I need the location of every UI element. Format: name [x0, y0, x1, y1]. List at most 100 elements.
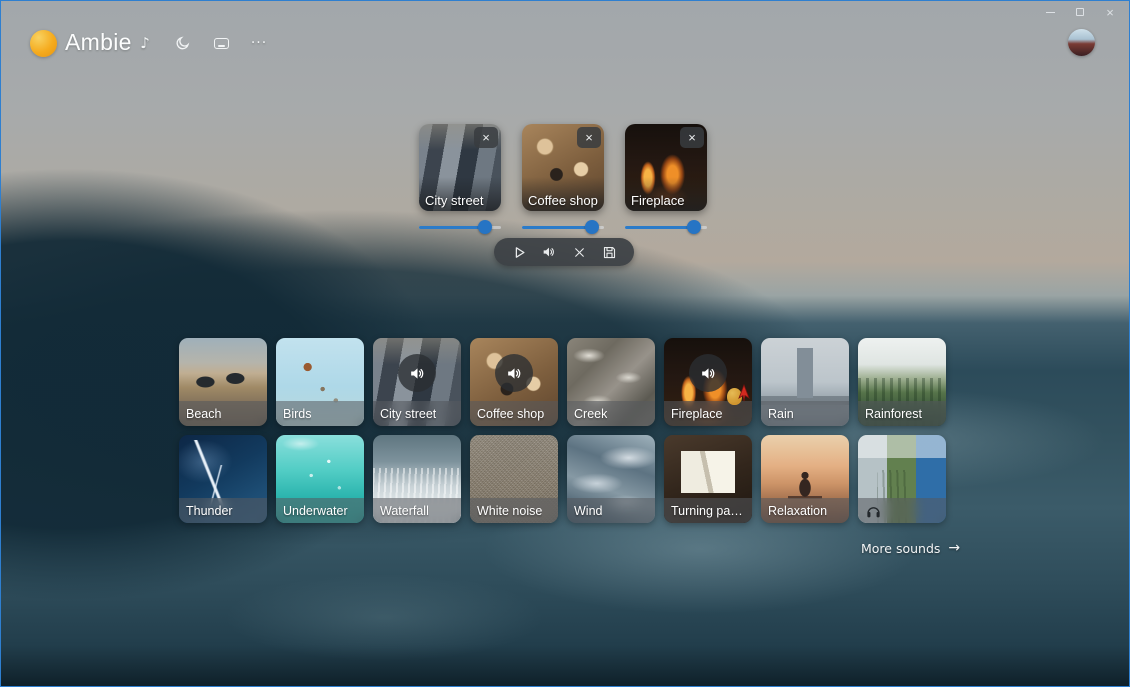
playing-speaker-icon — [398, 354, 436, 393]
tile-label: Thunder — [186, 503, 233, 518]
active-card-image: City street × — [419, 124, 501, 211]
sound-tile-turning-pages[interactable]: Turning pa… — [664, 435, 752, 523]
minimize-button[interactable] — [1035, 1, 1065, 23]
play-button[interactable] — [508, 241, 530, 263]
tile-label-bar: White noise — [470, 498, 558, 523]
slider-fill — [522, 226, 592, 229]
more-sounds-label: More sounds — [861, 540, 941, 556]
close-icon: × — [1106, 4, 1114, 20]
slider-fill — [625, 226, 694, 229]
sound-tile-rainforest[interactable]: Rainforest — [858, 338, 946, 426]
close-icon: × — [482, 130, 490, 145]
more-sounds-link[interactable]: More sounds → — [861, 540, 960, 556]
mouse-cursor — [727, 384, 753, 410]
mini-player-icon[interactable] — [209, 31, 233, 55]
tile-label: Beach — [186, 406, 222, 421]
active-card-label: Fireplace — [631, 193, 685, 208]
sound-tile-birds[interactable]: Birds — [276, 338, 364, 426]
tile-label-bar: Rain — [761, 401, 849, 426]
global-volume-button[interactable] — [538, 241, 560, 263]
sound-tile-underwater[interactable]: Underwater — [276, 435, 364, 523]
active-card-coffee-shop: Coffee shop × — [522, 124, 604, 234]
close-icon: × — [585, 130, 593, 145]
tile-label: Rainforest — [865, 406, 922, 421]
playing-speaker-icon — [495, 354, 533, 393]
tile-label: Turning pa… — [671, 503, 743, 518]
ambie-logo — [30, 30, 57, 57]
sound-tile-relaxation[interactable]: Relaxation — [761, 435, 849, 523]
remove-sound-button[interactable]: × — [577, 127, 601, 148]
active-card-label: Coffee shop — [528, 193, 598, 208]
header-toolbar: ♪ ··· — [133, 31, 271, 55]
sound-tile-city-street[interactable]: City street — [373, 338, 461, 426]
more-options-icon[interactable]: ··· — [247, 31, 271, 55]
sound-tile-creek[interactable]: Creek — [567, 338, 655, 426]
slider-fill — [419, 226, 485, 229]
sound-tile-white-noise[interactable]: White noise — [470, 435, 558, 523]
close-icon: × — [688, 130, 696, 145]
active-sound-cards: City street × Coffee shop × Fireplace × — [419, 124, 707, 234]
arrow-right-icon: → — [948, 540, 961, 556]
active-card-fireplace: Fireplace × — [625, 124, 707, 234]
app-title: Ambie — [65, 29, 132, 55]
maximize-button[interactable] — [1065, 1, 1095, 23]
tile-label: Waterfall — [380, 503, 429, 518]
sound-catalog-grid: Beach Birds City street Coffee shop Cree… — [179, 338, 946, 523]
headphones-icon — [865, 503, 882, 518]
active-card-image: Coffee shop × — [522, 124, 604, 211]
tile-label: Birds — [283, 406, 312, 421]
tile-label-bar: Turning pa… — [664, 498, 752, 523]
volume-slider[interactable] — [522, 220, 604, 234]
save-mix-button[interactable] — [598, 241, 620, 263]
sound-tile-waterfall[interactable]: Waterfall — [373, 435, 461, 523]
app-header: Ambie ♪ ··· — [1, 27, 1129, 63]
player-bar — [494, 238, 634, 266]
tile-label-bar: Rainforest — [858, 401, 946, 426]
tile-label-bar: Beach — [179, 401, 267, 426]
tile-label: City street — [380, 406, 437, 421]
tile-label-bar: Wind — [567, 498, 655, 523]
sleep-timer-moon-icon[interactable] — [171, 31, 195, 55]
slider-thumb[interactable] — [584, 220, 599, 234]
sound-tile-fireplace[interactable]: Fireplace — [664, 338, 752, 426]
tile-label: Wind — [574, 503, 603, 518]
active-card-city-street: City street × — [419, 124, 501, 234]
ambie-window: × Ambie ♪ ··· City street × Coffee shop … — [0, 0, 1130, 687]
tile-label: Fireplace — [671, 406, 723, 421]
tile-label: White noise — [477, 503, 543, 518]
close-window-button[interactable]: × — [1095, 1, 1125, 23]
tile-label: Rain — [768, 406, 794, 421]
tile-label-bar: City street — [373, 401, 461, 426]
tile-label-bar: Birds — [276, 401, 364, 426]
active-card-label: City street — [425, 193, 484, 208]
tile-label-bar: Waterfall — [373, 498, 461, 523]
slider-thumb[interactable] — [477, 220, 492, 234]
sound-tile-thunder[interactable]: Thunder — [179, 435, 267, 523]
tile-label: Coffee shop — [477, 406, 545, 421]
clear-active-sounds-button[interactable] — [568, 241, 590, 263]
maximize-icon — [1076, 8, 1084, 16]
tile-label-bar: Underwater — [276, 498, 364, 523]
tile-label: Underwater — [283, 503, 348, 518]
sound-tile-beach[interactable]: Beach — [179, 338, 267, 426]
slider-thumb[interactable] — [686, 220, 701, 234]
tile-label-bar: Coffee shop — [470, 401, 558, 426]
tile-label-bar: Thunder — [179, 498, 267, 523]
remove-sound-button[interactable]: × — [474, 127, 498, 148]
mini-player-glyph — [213, 37, 229, 49]
sound-tile-coffee-shop[interactable]: Coffee shop — [470, 338, 558, 426]
account-avatar[interactable] — [1068, 29, 1095, 56]
volume-slider[interactable] — [419, 220, 501, 234]
tile-label-bar — [858, 498, 946, 523]
sound-tile-wind[interactable]: Wind — [567, 435, 655, 523]
music-note-icon[interactable]: ♪ — [133, 31, 157, 55]
tile-label-bar: Relaxation — [761, 498, 849, 523]
tile-label: Relaxation — [768, 503, 828, 518]
sound-tile-mix[interactable] — [858, 435, 946, 523]
volume-slider[interactable] — [625, 220, 707, 234]
playing-speaker-icon — [689, 354, 727, 393]
tile-label: Creek — [574, 406, 608, 421]
titlebar-controls: × — [1035, 1, 1125, 23]
remove-sound-button[interactable]: × — [680, 127, 704, 148]
sound-tile-rain[interactable]: Rain — [761, 338, 849, 426]
